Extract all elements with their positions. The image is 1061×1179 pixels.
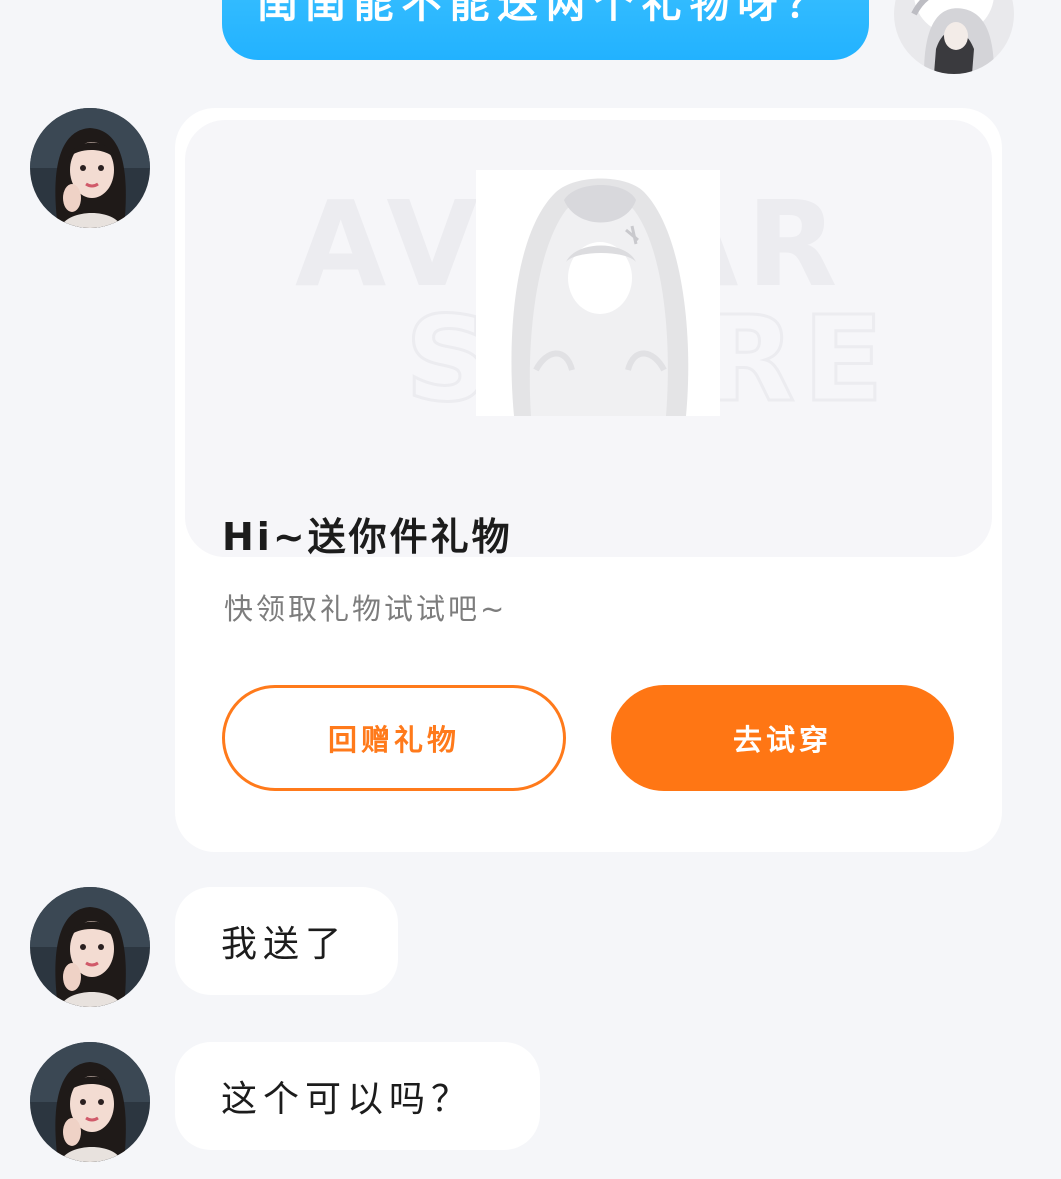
peer-avatar-image	[30, 1042, 150, 1162]
incoming-message-bubble[interactable]: 这个可以吗？	[175, 1042, 540, 1150]
incoming-message-text: 我送了	[221, 924, 348, 965]
peer-avatar[interactable]	[30, 1042, 150, 1162]
gift-banner: AVATAR SHARE	[185, 120, 992, 557]
gift-title: Hi~送你件礼物	[222, 515, 513, 559]
self-avatar[interactable]	[894, 0, 1014, 74]
incoming-message-text: 这个可以吗？	[221, 1079, 474, 1120]
peer-avatar[interactable]	[30, 108, 150, 228]
return-gift-button[interactable]: 回赠礼物	[222, 685, 566, 791]
incoming-message-bubble[interactable]: 我送了	[175, 887, 398, 995]
return-gift-label: 回赠礼物	[327, 723, 460, 757]
outgoing-message-bubble[interactable]: 闺闺能不能送两个礼物呀？	[222, 0, 869, 60]
self-avatar-image	[894, 0, 1014, 74]
outgoing-message-text: 闺闺能不能送两个礼物呀？	[257, 0, 834, 27]
try-on-button[interactable]: 去试穿	[611, 685, 954, 791]
peer-avatar-image	[30, 108, 150, 228]
peer-avatar-image	[30, 887, 150, 1007]
gift-card[interactable]: AVATAR SHARE Hi~送你件礼物 快领取礼物试试吧~ 回赠礼物 去试穿	[175, 108, 1002, 852]
peer-avatar[interactable]	[30, 887, 150, 1007]
try-on-label: 去试穿	[732, 723, 832, 757]
gift-product-image[interactable]	[476, 170, 720, 416]
wig-hair-icon	[476, 170, 720, 416]
gift-subtitle: 快领取礼物试试吧~	[224, 592, 508, 626]
